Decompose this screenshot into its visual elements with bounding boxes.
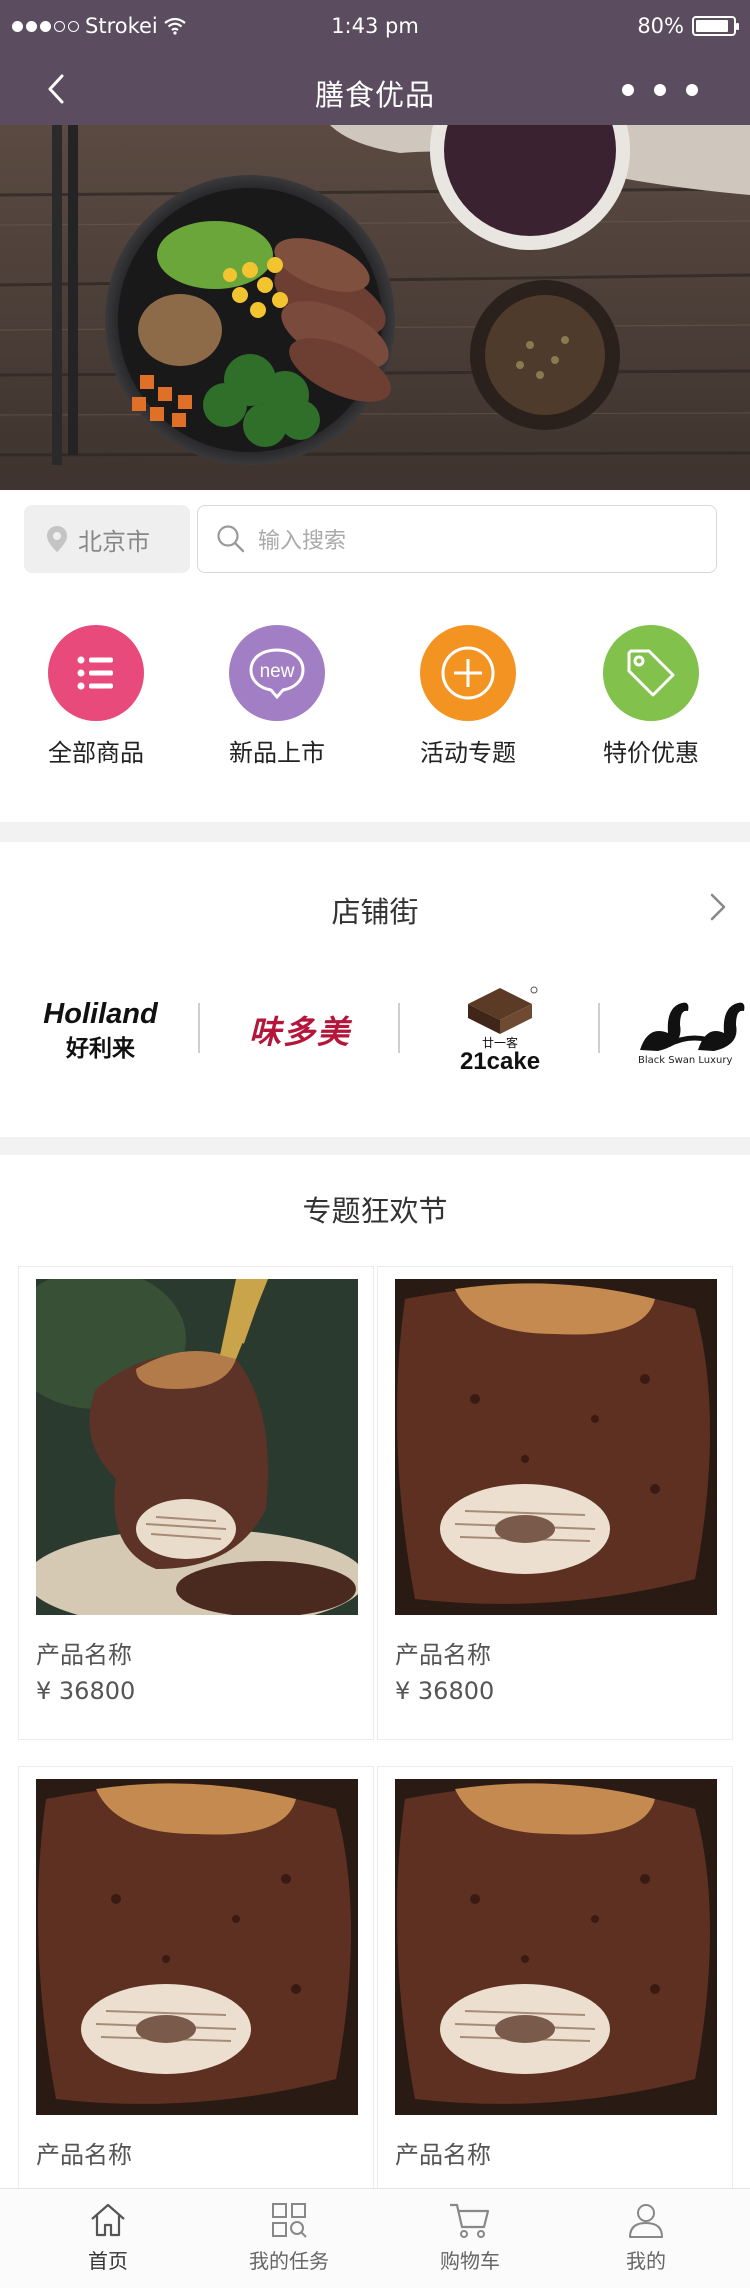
cake-logo-icon bbox=[468, 986, 538, 1034]
tab-label: 购物车 bbox=[440, 2249, 500, 2273]
category-label: 特价优惠 bbox=[603, 739, 699, 767]
bottom-tab-bar: 首页 我的任务 购物车 我的 bbox=[0, 2188, 750, 2288]
city-name: 北京市 bbox=[78, 527, 150, 556]
search-row: 北京市 输入搜索 bbox=[0, 505, 750, 573]
product-name: 产品名称 bbox=[395, 2141, 491, 2169]
category-label: 全部商品 bbox=[48, 739, 144, 767]
plus-circle-icon bbox=[420, 625, 516, 721]
section-divider bbox=[0, 822, 750, 842]
featured-title: 专题狂欢节 bbox=[302, 1194, 448, 1228]
product-image bbox=[395, 1279, 717, 1615]
status-bar: Strokei 1:43 pm 80% bbox=[0, 0, 750, 52]
top-bar: Strokei 1:43 pm 80% 膳食优品 bbox=[0, 0, 750, 125]
tab-my-tasks[interactable]: 我的任务 bbox=[224, 2201, 354, 2274]
svg-text:new: new bbox=[260, 661, 295, 682]
tab-home[interactable]: 首页 bbox=[43, 2201, 173, 2274]
profile-icon bbox=[629, 2204, 663, 2238]
cart-icon bbox=[450, 2203, 490, 2238]
brand-name: Holiland bbox=[43, 997, 158, 1030]
product-name: 产品名称 bbox=[36, 1641, 132, 1669]
category-label: 活动专题 bbox=[420, 739, 516, 767]
hero-banner[interactable] bbox=[0, 125, 750, 490]
product-image bbox=[36, 1779, 358, 2115]
category-new-arrivals[interactable]: new 新品上市 bbox=[187, 625, 367, 768]
search-placeholder: 输入搜索 bbox=[258, 529, 347, 554]
store-logo-weiduomei[interactable]: 味多美 bbox=[225, 975, 375, 1085]
swan-logo-icon bbox=[640, 1002, 745, 1051]
section-divider bbox=[0, 1137, 750, 1155]
brand-name: 味多美 bbox=[248, 1013, 351, 1051]
product-card[interactable]: 产品名称 bbox=[377, 1766, 733, 2196]
more-icon[interactable] bbox=[622, 84, 698, 96]
tab-label: 首页 bbox=[88, 2249, 128, 2273]
battery-percent: 80% bbox=[637, 14, 684, 38]
store-logo-black-swan[interactable]: Black Swan Luxury bbox=[638, 975, 750, 1085]
chevron-right-icon[interactable] bbox=[708, 891, 728, 923]
category-deals[interactable]: 特价优惠 bbox=[561, 625, 741, 768]
product-card[interactable]: 产品名称 ¥ 36800 bbox=[377, 1266, 733, 1740]
store-logos: Holiland 好利来 味多美 廿一客 21cake Black Swan L… bbox=[0, 975, 750, 1085]
food-banner-image bbox=[0, 125, 750, 490]
category-all-products[interactable]: 全部商品 bbox=[6, 625, 186, 768]
category-events[interactable]: 活动专题 bbox=[378, 625, 558, 768]
search-input[interactable]: 输入搜索 bbox=[197, 505, 717, 573]
tab-cart[interactable]: 购物车 bbox=[405, 2201, 535, 2274]
store-logo-holiland[interactable]: Holiland 好利来 bbox=[28, 975, 173, 1085]
product-card[interactable]: 产品名称 ¥ 36800 bbox=[18, 1266, 374, 1740]
tab-profile[interactable]: 我的 bbox=[581, 2201, 711, 2274]
nav-bar: 膳食优品 bbox=[0, 52, 750, 125]
product-card[interactable]: 产品名称 bbox=[18, 1766, 374, 2196]
product-image bbox=[36, 1279, 358, 1615]
product-image bbox=[395, 1779, 717, 2115]
home-icon bbox=[91, 2203, 125, 2237]
store-logo-21cake[interactable]: 廿一客 21cake bbox=[440, 975, 560, 1085]
brand-name: Black Swan Luxury bbox=[638, 1054, 733, 1066]
divider bbox=[398, 1003, 400, 1053]
brand-subname: 好利来 bbox=[66, 1035, 135, 1062]
tasks-icon bbox=[272, 2203, 307, 2238]
product-price: ¥ 36800 bbox=[36, 1677, 136, 1705]
category-label: 新品上市 bbox=[229, 739, 325, 767]
tab-label: 我的任务 bbox=[249, 2249, 329, 2273]
battery-status: 80% bbox=[637, 14, 739, 38]
divider bbox=[198, 1003, 200, 1053]
product-price: ¥ 36800 bbox=[395, 1677, 495, 1705]
brand-name: 21cake bbox=[459, 1048, 541, 1075]
divider bbox=[598, 1003, 600, 1053]
battery-icon bbox=[692, 16, 739, 36]
stores-title: 店铺街 bbox=[331, 895, 419, 929]
new-badge-icon: new bbox=[229, 625, 325, 721]
price-tag-icon bbox=[603, 625, 699, 721]
location-pin-icon bbox=[47, 526, 67, 552]
product-name: 产品名称 bbox=[395, 1641, 491, 1669]
category-grid: 全部商品 new 新品上市 活动专题 特价优惠 bbox=[0, 625, 750, 775]
list-icon bbox=[48, 625, 144, 721]
city-selector[interactable]: 北京市 bbox=[24, 505, 190, 573]
search-icon bbox=[217, 525, 245, 553]
product-name: 产品名称 bbox=[36, 2141, 132, 2169]
tab-label: 我的 bbox=[626, 2249, 666, 2273]
